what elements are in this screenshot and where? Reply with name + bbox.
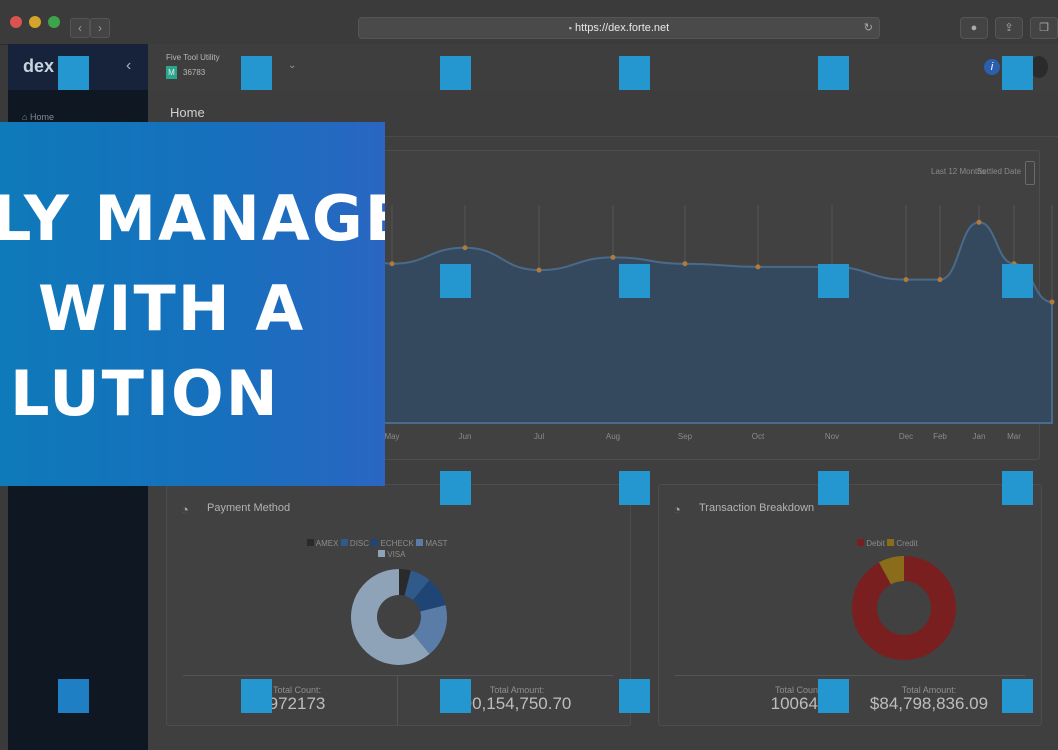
x-tick-label: Feb — [933, 432, 947, 441]
sidebar-item-home[interactable]: ⌂ Home — [22, 112, 54, 122]
download-icon[interactable]: ● — [960, 17, 988, 39]
breakdown-donut — [852, 556, 956, 660]
area-point — [903, 277, 909, 283]
area-point — [937, 277, 943, 283]
area-point — [462, 245, 468, 251]
pie-chart-icon: ◔ — [181, 502, 189, 517]
x-tick-label: Jul — [534, 432, 544, 441]
transaction-breakdown-card: ◔ Transaction Breakdown Debit Credit Tot… — [658, 484, 1042, 726]
overlay-marker — [818, 471, 849, 505]
x-tick-label: Aug — [606, 432, 620, 441]
overlay-marker — [818, 56, 849, 90]
overlay-marker — [440, 471, 471, 505]
minimize-window-button[interactable] — [29, 16, 41, 28]
banner-line-2: WITH A — [38, 272, 306, 345]
home-icon: ⌂ — [22, 112, 28, 122]
overlay-marker — [619, 679, 650, 713]
page-title: Home — [170, 105, 205, 120]
payment-legend: AMEX DISC ECHECK MAST VISA — [307, 539, 507, 559]
date-select[interactable] — [1025, 161, 1035, 185]
overlay-marker — [619, 471, 650, 505]
area-point — [536, 267, 542, 273]
overlay-marker — [241, 679, 272, 713]
area-point — [1049, 299, 1055, 305]
close-window-button[interactable] — [10, 16, 22, 28]
org-id: 36783 — [183, 68, 206, 77]
x-tick-label: Jan — [973, 432, 986, 441]
legend-echeck: ECHECK — [371, 539, 414, 548]
share-icon[interactable]: ⇪ — [995, 17, 1023, 39]
x-tick-label: May — [385, 432, 400, 441]
back-icon[interactable]: ‹ — [70, 18, 90, 38]
overlay-marker — [619, 264, 650, 298]
overlay-marker — [1002, 56, 1033, 90]
divider — [397, 675, 398, 725]
area-point — [610, 254, 616, 260]
info-icon[interactable]: i — [984, 59, 1000, 75]
banner-line-1: LY MANAGE — [0, 182, 385, 255]
reload-icon[interactable]: ↻ — [864, 18, 873, 38]
app-logo[interactable]: dex — [23, 56, 54, 77]
x-tick-label: Mar — [1007, 432, 1021, 441]
payment-method-card: ◔ Payment Method AMEX DISC ECHECK MAST V… — [166, 484, 631, 726]
pie-chart-icon: ◔ — [673, 502, 681, 517]
browser-chrome: ‹ › ▪ https://dex.forte.net ↻ ● ⇪ ❐ — [0, 0, 1058, 45]
org-name: Five Tool Utility — [166, 53, 220, 62]
lock-icon: ▪ — [568, 23, 572, 33]
overlay-marker — [58, 679, 89, 713]
overlay-marker — [1002, 679, 1033, 713]
total-count-value: 972173 — [268, 694, 326, 713]
x-tick-label: Dec — [899, 432, 913, 441]
total-amount-value: $84,798,836.09 — [869, 694, 989, 713]
breakdown-legend: Debit Credit — [857, 539, 918, 548]
area-point — [389, 261, 395, 267]
overlay-marker — [818, 264, 849, 298]
overlay-marker — [619, 56, 650, 90]
area-chart: May Jun Jul Aug Sep Oct Nov Dec Feb Jan Mar — [385, 205, 1055, 441]
settled-date-filter[interactable]: Settled Date — [977, 167, 1021, 176]
legend-visa: VISA — [378, 550, 507, 559]
url-text: https://dex.forte.net — [575, 22, 670, 34]
top-bar: Five Tool Utility M 36783 ⌄ i — [148, 44, 1058, 93]
x-tick-label: Nov — [825, 432, 839, 441]
payment-donut — [351, 569, 447, 665]
x-tick-label: Sep — [678, 432, 693, 441]
legend-credit: Credit — [887, 539, 918, 548]
area-point — [976, 219, 982, 225]
org-badge: M — [166, 66, 177, 79]
overlay-marker — [1002, 471, 1033, 505]
org-dropdown-icon[interactable]: ⌄ — [288, 60, 296, 71]
transaction-breakdown-title: Transaction Breakdown — [699, 502, 815, 514]
legend-debit: Debit — [857, 539, 885, 548]
overlay-marker — [241, 56, 272, 90]
overlay-marker — [440, 264, 471, 298]
forward-icon[interactable]: › — [90, 18, 110, 38]
overlay-marker — [440, 56, 471, 90]
overlay-marker — [818, 679, 849, 713]
maximize-window-button[interactable] — [48, 16, 60, 28]
area-point — [755, 264, 761, 270]
divider — [675, 675, 1025, 676]
address-bar[interactable]: ▪ https://dex.forte.net ↻ — [358, 17, 880, 39]
promo-banner: LY MANAGE WITH A LUTION — [0, 122, 385, 486]
x-tick-label: Oct — [752, 432, 765, 441]
overlay-marker — [58, 56, 89, 90]
divider — [183, 675, 613, 676]
legend-disc: DISC — [340, 539, 369, 548]
tabs-icon[interactable]: ❐ — [1030, 17, 1058, 39]
banner-line-3: LUTION — [10, 357, 280, 430]
area-point — [682, 261, 688, 267]
overlay-marker — [440, 679, 471, 713]
payment-method-title: Payment Method — [207, 502, 291, 514]
x-tick-label: Jun — [459, 432, 472, 441]
collapse-sidebar-icon[interactable]: ‹ — [126, 57, 131, 75]
legend-mast: MAST — [416, 539, 448, 548]
legend-amex: AMEX — [307, 539, 338, 548]
area-series — [385, 221, 1053, 424]
overlay-marker — [1002, 264, 1033, 298]
sidebar-item-label: Home — [29, 112, 54, 122]
